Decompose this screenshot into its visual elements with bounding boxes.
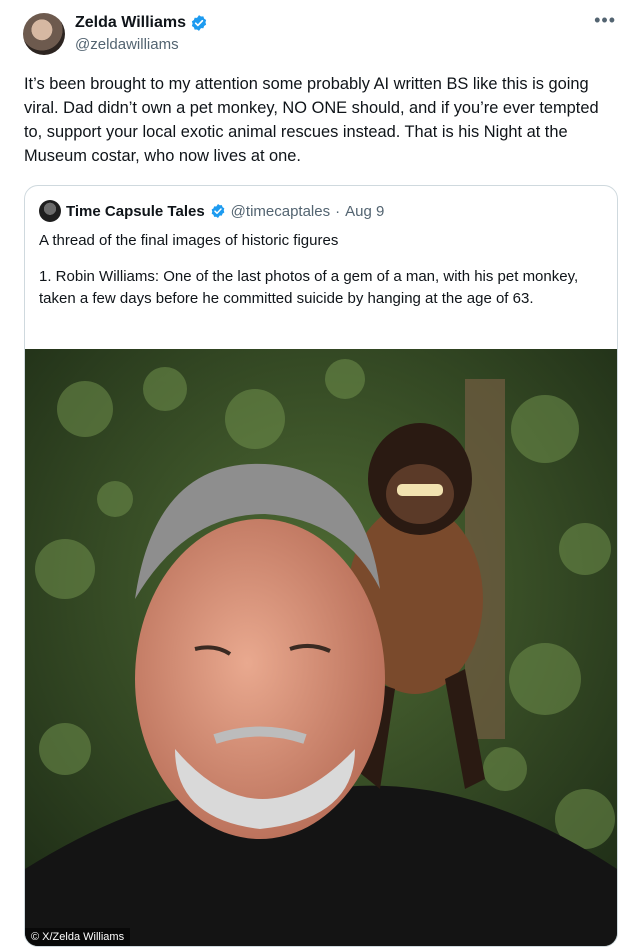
quoted-avatar[interactable] [39,200,61,222]
quoted-display-name[interactable]: Time Capsule Tales [66,203,205,220]
author-name-row: Zelda Williams [75,14,208,32]
tweet-text: It’s been brought to my attention some p… [24,75,599,165]
quoted-date[interactable]: Aug 9 [345,203,384,220]
man-head [135,463,385,839]
author-handle[interactable]: @zeldawilliams [75,36,179,53]
quoted-tweet[interactable]: Time Capsule Tales @timecaptales · Aug 9… [24,185,618,947]
quoted-text: A thread of the final images of historic… [39,230,605,324]
author-display-name[interactable]: Zelda Williams [75,14,186,32]
dot-separator: · [335,202,341,220]
quoted-handle[interactable]: @timecaptales [231,203,330,220]
verified-badge-icon [211,204,225,218]
more-horizontal-icon[interactable]: ••• [594,10,616,31]
photo-credit: © X/Zelda Williams [25,928,131,946]
author-avatar[interactable] [23,13,65,55]
quoted-header: Time Capsule Tales @timecaptales · Aug 9 [39,200,384,222]
tweet-photo[interactable] [25,349,617,946]
quoted-text-line1: A thread of the final images of historic… [39,232,339,249]
tweet: Zelda Williams @zeldawilliams ••• It’s b… [0,0,634,947]
quoted-text-line2: 1. Robin Williams: One of the last photo… [39,268,579,307]
verified-badge-icon [191,15,207,31]
